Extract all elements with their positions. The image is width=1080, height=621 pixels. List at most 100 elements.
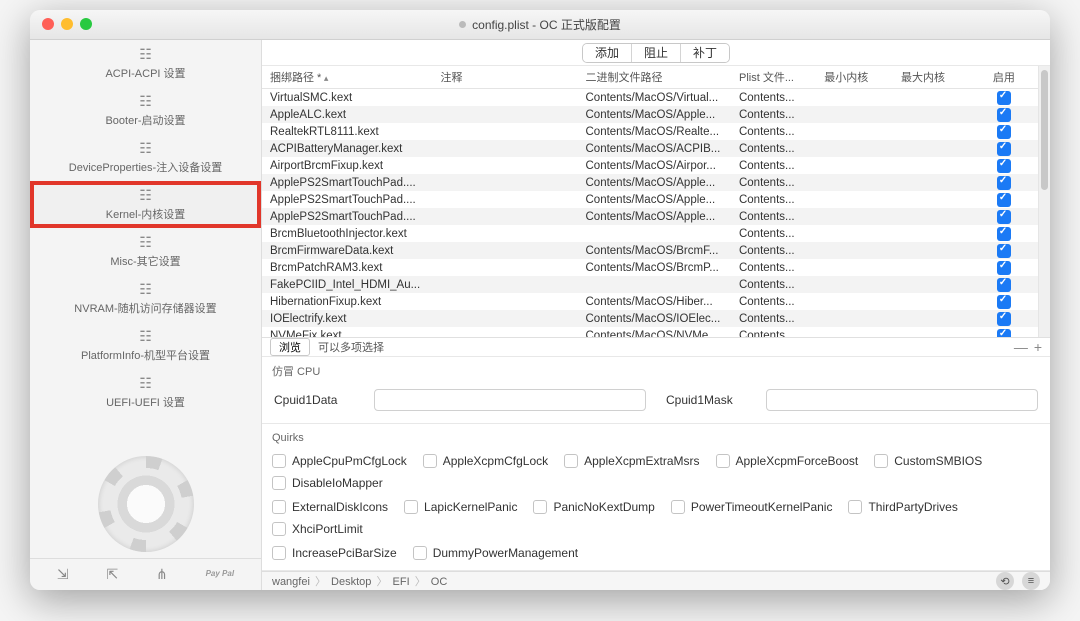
breadcrumb-item[interactable]: Desktop	[331, 576, 371, 588]
quirk-XhciPortLimit[interactable]: XhciPortLimit	[272, 522, 363, 536]
checkbox-enabled[interactable]	[997, 125, 1011, 139]
table-row[interactable]: FakePCIID_Intel_HDMI_Au...Contents...	[262, 276, 1038, 293]
table-row[interactable]: RealtekRTL8111.kextContents/MacOS/Realte…	[262, 123, 1038, 140]
checkbox-icon[interactable]	[404, 500, 418, 514]
quirk-ThirdPartyDrives[interactable]: ThirdPartyDrives	[848, 500, 957, 514]
quirk-AppleXcpmForceBoost[interactable]: AppleXcpmForceBoost	[716, 454, 859, 468]
checkbox-enabled[interactable]	[997, 91, 1011, 105]
checkbox-icon[interactable]	[848, 500, 862, 514]
column-header[interactable]: 二进制文件路径	[578, 66, 731, 89]
table-row[interactable]: HibernationFixup.kextContents/MacOS/Hibe…	[262, 293, 1038, 310]
sync-icon[interactable]: ⟲	[996, 572, 1014, 590]
remove-button[interactable]: —	[1014, 339, 1028, 355]
checkbox-enabled[interactable]	[997, 159, 1011, 173]
export-icon[interactable]: ⇱	[106, 566, 118, 583]
breadcrumb-item[interactable]: OC	[431, 576, 448, 588]
checkbox-enabled[interactable]	[997, 193, 1011, 207]
column-header[interactable]: Plist 文件...	[731, 66, 816, 89]
quirks-row-3: IncreasePciBarSize DummyPowerManagement	[272, 546, 1040, 560]
sidebar-item-1[interactable]: ☷Booter-启动设置	[30, 87, 261, 134]
sidebar-item-6[interactable]: ☷PlatformInfo-机型平台设置	[30, 322, 261, 369]
quirk-LapicKernelPanic[interactable]: LapicKernelPanic	[404, 500, 517, 514]
kext-table-scroll[interactable]: 捆绑路径 *注释二进制文件路径Plist 文件...最小内核最大内核启用 Vir…	[262, 66, 1038, 337]
checkbox-icon[interactable]	[272, 500, 286, 514]
scrollbar-thumb[interactable]	[1041, 70, 1048, 190]
add-button[interactable]: +	[1034, 339, 1042, 355]
checkbox-icon[interactable]	[272, 522, 286, 536]
checkbox-icon[interactable]	[272, 546, 286, 560]
sidebar-item-4[interactable]: ☷Misc-其它设置	[30, 228, 261, 275]
quirk-AppleXcpmCfgLock[interactable]: AppleXcpmCfgLock	[423, 454, 548, 468]
table-row[interactable]: BrcmBluetoothInjector.kextContents...	[262, 225, 1038, 242]
checkbox-icon[interactable]	[874, 454, 888, 468]
table-row[interactable]: BrcmFirmwareData.kextContents/MacOS/Brcm…	[262, 242, 1038, 259]
quirk-PanicNoKextDump[interactable]: PanicNoKextDump	[533, 500, 654, 514]
checkbox-icon[interactable]	[671, 500, 685, 514]
quirk-DummyPowerManagement[interactable]: DummyPowerManagement	[413, 546, 578, 560]
table-row[interactable]: BrcmPatchRAM3.kextContents/MacOS/BrcmP..…	[262, 259, 1038, 276]
quirk-PowerTimeoutKernelPanic[interactable]: PowerTimeoutKernelPanic	[671, 500, 833, 514]
checkbox-enabled[interactable]	[997, 176, 1011, 190]
sidebar-item-3[interactable]: ☷Kernel-内核设置	[30, 181, 261, 228]
checkbox-icon[interactable]	[413, 546, 427, 560]
minimize-button[interactable]	[61, 18, 73, 30]
column-header[interactable]: 最大内核	[893, 66, 970, 89]
checkbox-enabled[interactable]	[997, 295, 1011, 309]
quirk-IncreasePciBarSize[interactable]: IncreasePciBarSize	[272, 546, 397, 560]
table-row[interactable]: NVMeFix.kextContents/MacOS/NVMe...Conten…	[262, 327, 1038, 337]
quirk-AppleXcpmExtraMsrs[interactable]: AppleXcpmExtraMsrs	[564, 454, 699, 468]
zoom-button[interactable]	[80, 18, 92, 30]
column-header[interactable]: 捆绑路径 *	[262, 66, 433, 89]
breadcrumb-item[interactable]: EFI	[393, 576, 410, 588]
table-row[interactable]: ApplePS2SmartTouchPad....Contents/MacOS/…	[262, 174, 1038, 191]
import-icon[interactable]: ⇲	[57, 566, 69, 583]
checkbox-enabled[interactable]	[997, 244, 1011, 258]
table-row[interactable]: AirportBrcmFixup.kextContents/MacOS/Airp…	[262, 157, 1038, 174]
checkbox-enabled[interactable]	[997, 312, 1011, 326]
table-row[interactable]: AppleALC.kextContents/MacOS/Apple...Cont…	[262, 106, 1038, 123]
segment-2[interactable]: 补丁	[680, 44, 729, 62]
quirks-section: Quirks AppleCpuPmCfgLockAppleXcpmCfgLock…	[262, 424, 1050, 571]
checkbox-enabled[interactable]	[997, 261, 1011, 275]
table-row[interactable]: ApplePS2SmartTouchPad....Contents/MacOS/…	[262, 191, 1038, 208]
table-row[interactable]: VirtualSMC.kextContents/MacOS/Virtual...…	[262, 89, 1038, 107]
column-header[interactable]: 启用	[970, 66, 1038, 89]
checkbox-icon[interactable]	[716, 454, 730, 468]
checkbox-icon[interactable]	[564, 454, 578, 468]
checkbox-icon[interactable]	[423, 454, 437, 468]
checkbox-enabled[interactable]	[997, 329, 1011, 338]
column-header[interactable]: 最小内核	[816, 66, 893, 89]
paypal-icon[interactable]: Pay Pal	[206, 571, 234, 577]
checkbox-enabled[interactable]	[997, 108, 1011, 122]
quirk-AppleCpuPmCfgLock[interactable]: AppleCpuPmCfgLock	[272, 454, 407, 468]
sidebar-item-5[interactable]: ☷NVRAM-随机访问存储器设置	[30, 275, 261, 322]
segment-1[interactable]: 阻止	[631, 44, 680, 62]
browse-button[interactable]: 浏览	[270, 338, 310, 356]
scrollbar[interactable]	[1038, 66, 1050, 337]
table-row[interactable]: IOElectrify.kextContents/MacOS/IOElec...…	[262, 310, 1038, 327]
close-button[interactable]	[42, 18, 54, 30]
list-icon[interactable]: ≡	[1022, 572, 1040, 590]
sidebar-item-label: ACPI-ACPI 设置	[105, 65, 185, 81]
cpuid1mask-input[interactable]	[766, 389, 1038, 411]
quirk-CustomSMBIOS[interactable]: CustomSMBIOS	[874, 454, 982, 468]
checkbox-icon[interactable]	[272, 476, 286, 490]
checkbox-icon[interactable]	[533, 500, 547, 514]
segment-0[interactable]: 添加	[583, 44, 631, 62]
column-header[interactable]: 注释	[433, 66, 578, 89]
checkbox-icon[interactable]	[272, 454, 286, 468]
checkbox-enabled[interactable]	[997, 210, 1011, 224]
sidebar-item-2[interactable]: ☷DeviceProperties-注入设备设置	[30, 134, 261, 181]
share-icon[interactable]: ⋔	[156, 566, 168, 583]
checkbox-enabled[interactable]	[997, 227, 1011, 241]
table-row[interactable]: ACPIBatteryManager.kextContents/MacOS/AC…	[262, 140, 1038, 157]
quirk-ExternalDiskIcons[interactable]: ExternalDiskIcons	[272, 500, 388, 514]
table-row[interactable]: ApplePS2SmartTouchPad....Contents/MacOS/…	[262, 208, 1038, 225]
sidebar-item-7[interactable]: ☷UEFI-UEFI 设置	[30, 369, 261, 416]
quirk-DisableIoMapper[interactable]: DisableIoMapper	[272, 476, 383, 490]
checkbox-enabled[interactable]	[997, 278, 1011, 292]
breadcrumb-item[interactable]: wangfei	[272, 576, 310, 588]
checkbox-enabled[interactable]	[997, 142, 1011, 156]
sidebar-item-0[interactable]: ☷ACPI-ACPI 设置	[30, 40, 261, 87]
cpuid1data-input[interactable]	[374, 389, 646, 411]
